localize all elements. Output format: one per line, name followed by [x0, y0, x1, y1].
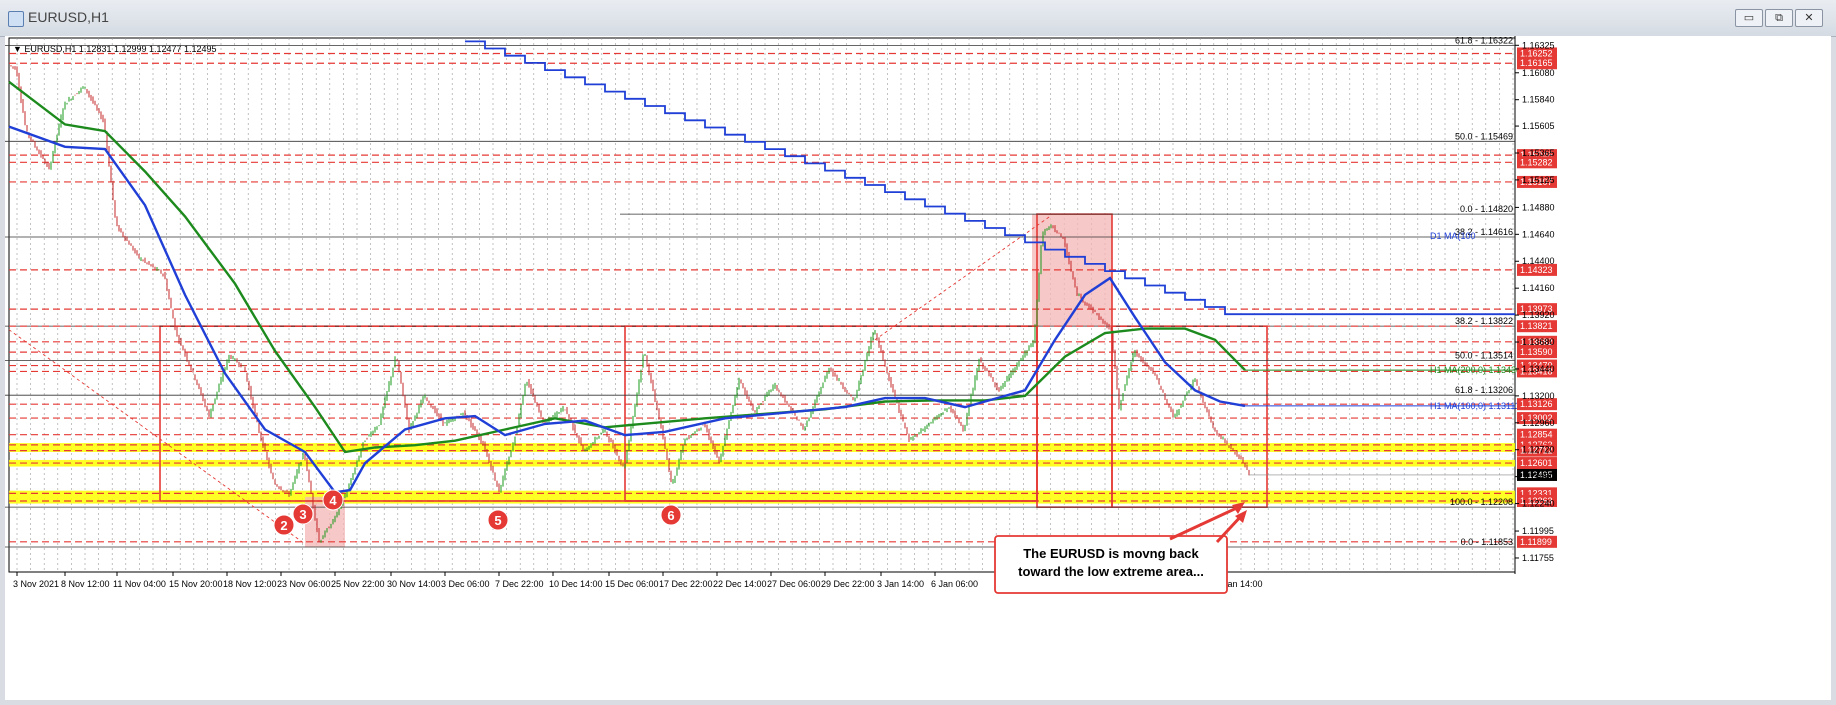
- price-tick-label: 1.13440: [1522, 364, 1555, 374]
- time-tick-label: 30 Nov 14:00: [387, 579, 441, 589]
- price-tick-label: 1.12720: [1522, 445, 1555, 455]
- level-price-tag-label: 1.13821: [1520, 321, 1553, 331]
- marker-number-6: 6: [667, 508, 674, 523]
- time-tick-label: 25 Nov 22:00: [331, 579, 385, 589]
- chart-window-icon: [8, 11, 24, 27]
- fib-level-label: 50.0 - 1.13514: [1455, 351, 1513, 361]
- price-tick-label: 1.13680: [1522, 337, 1555, 347]
- fib-level-label: 0.0 - 1.11853: [1461, 537, 1513, 547]
- price-tick-label: 1.13200: [1522, 391, 1555, 401]
- price-tick-label: 1.11995: [1522, 526, 1554, 536]
- marker-number-5: 5: [494, 513, 501, 528]
- time-tick-label: 3 Nov 2021: [13, 579, 59, 589]
- fib-level-label: 100.0 - 1.12208: [1450, 497, 1513, 507]
- level-price-tag-label: 1.16165: [1520, 58, 1553, 68]
- window-titlebar: EURUSD,H1 ▭ ⧉ ✕: [0, 0, 1836, 37]
- time-tick-label: 8 Nov 12:00: [61, 579, 110, 589]
- ma-label: H1 MA(100,0) 1.13111: [1430, 401, 1520, 411]
- price-tick-label: 1.16325: [1522, 40, 1555, 50]
- marker-number-2: 2: [280, 518, 287, 533]
- price-tick-label: 1.15840: [1522, 95, 1555, 105]
- time-tick-label: 15 Dec 06:00: [605, 579, 659, 589]
- ohlc-header: ▼ EURUSD,H1 1.12831 1.12999 1.12477 1.12…: [13, 44, 217, 54]
- price-tick-label: 1.14400: [1522, 256, 1555, 266]
- level-price-tag-label: 1.13590: [1520, 347, 1553, 357]
- time-tick-label: 27 Dec 06:00: [767, 579, 821, 589]
- time-tick-label: 10 Dec 14:00: [549, 579, 603, 589]
- price-tick-label: 1.11755: [1522, 553, 1554, 563]
- fib-level-label: 61.8 - 1.13206: [1455, 385, 1513, 395]
- time-tick-label: 7 Dec 22:00: [495, 579, 544, 589]
- time-tick-label: 23 Nov 06:00: [277, 579, 331, 589]
- level-price-tag-label: 1.11899: [1520, 537, 1552, 547]
- level-price-tag-label: 1.12601: [1520, 458, 1553, 468]
- price-tick-label: 1.13920: [1522, 310, 1555, 320]
- ma-label: D1 MA(100: [1430, 231, 1476, 241]
- marker-number-3: 3: [299, 507, 306, 522]
- time-tick-label: 17 Dec 22:00: [659, 579, 713, 589]
- chart-window[interactable]: ▼ EURUSD,H1 1.12831 1.12999 1.12477 1.12…: [5, 36, 1831, 700]
- minimize-button[interactable]: ▭: [1735, 9, 1763, 27]
- price-tick-label: 1.12240: [1522, 499, 1555, 509]
- level-price-tag-label: 1.14323: [1520, 265, 1553, 275]
- time-tick-label: 15 Nov 20:00: [169, 579, 223, 589]
- window-title: EURUSD,H1: [28, 9, 109, 25]
- time-tick-label: 3 Dec 06:00: [441, 579, 490, 589]
- marker-number-4: 4: [329, 493, 337, 508]
- ma-label: H1 MA(200,0) 1.13430: [1430, 365, 1521, 375]
- time-tick-label: 3 Jan 14:00: [877, 579, 924, 589]
- time-tick-label: 18 Nov 12:00: [223, 579, 277, 589]
- price-tick-label: 1.16080: [1522, 68, 1555, 78]
- price-tick-label: 1.15125: [1522, 175, 1555, 185]
- time-tick-label: 29 Dec 22:00: [821, 579, 875, 589]
- level-price-tag-label: 1.15282: [1520, 157, 1553, 167]
- fib-level-label: 61.8 - 1.16322: [1455, 36, 1513, 46]
- annotation-text: The EURUSD is movng back: [1023, 546, 1199, 561]
- price-tick-label: 1.12480: [1522, 472, 1555, 482]
- fib-level-label: 38.2 - 1.13822: [1455, 316, 1513, 326]
- price-tick-label: 1.15365: [1522, 148, 1555, 158]
- price-tick-label: 1.14160: [1522, 283, 1555, 293]
- level-price-tag-label: 1.12854: [1520, 430, 1553, 440]
- price-tick-label: 1.12960: [1522, 418, 1555, 428]
- price-tick-label: 1.14640: [1522, 229, 1555, 239]
- fib-level-label: 0.0 - 1.14820: [1460, 204, 1513, 214]
- restore-button[interactable]: ⧉: [1765, 9, 1793, 27]
- annotation-text: toward the low extreme area...: [1018, 564, 1204, 579]
- fib-level-label: 50.0 - 1.15469: [1455, 131, 1513, 141]
- price-tick-label: 1.15605: [1522, 121, 1555, 131]
- time-tick-label: Jan 14:00: [1223, 579, 1263, 589]
- close-button[interactable]: ✕: [1795, 9, 1823, 27]
- price-chart[interactable]: ▼ EURUSD,H1 1.12831 1.12999 1.12477 1.12…: [5, 36, 1831, 700]
- time-tick-label: 22 Dec 14:00: [713, 579, 767, 589]
- chart-background: [5, 36, 1831, 700]
- price-tick-label: 1.14880: [1522, 202, 1555, 212]
- time-tick-label: 11 Nov 04:00: [113, 579, 166, 589]
- time-tick-label: 6 Jan 06:00: [931, 579, 978, 589]
